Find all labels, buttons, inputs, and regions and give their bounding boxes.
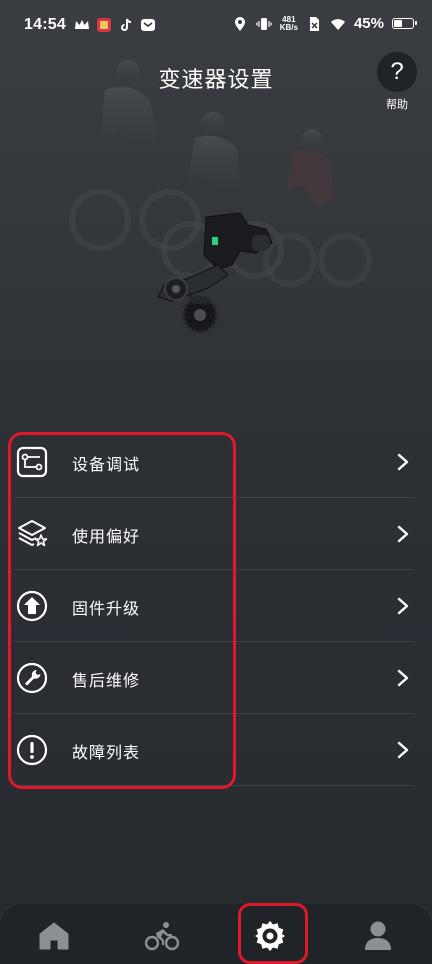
menu-item-label: 故障列表	[72, 743, 141, 762]
battery-level-fill	[394, 20, 402, 27]
bottom-nav	[0, 904, 432, 964]
menu-item-preferences[interactable]: 使用偏好	[14, 498, 414, 570]
battery-icon	[392, 18, 417, 29]
derailleur-image	[157, 212, 273, 334]
cycling-icon	[144, 922, 180, 951]
app-badge-icon	[97, 18, 111, 32]
menu-item-after-sales-repair[interactable]: 售后维修	[14, 642, 414, 714]
location-icon	[234, 16, 245, 31]
status-bar: 14:54 481 KB/s 45%	[0, 0, 432, 50]
help-icon-glyph: ?	[390, 58, 404, 85]
tiktok-icon	[121, 18, 132, 31]
app-screen: 14:54 481 KB/s 45% 变速器设置 ? 帮助 设备调试 使用偏好 …	[0, 0, 432, 964]
page-title: 变速器设置	[158, 68, 274, 93]
vibrate-icon	[256, 17, 272, 30]
menu-item-label: 使用偏好	[72, 527, 141, 546]
menu-item-fault-list[interactable]: 故障列表	[14, 714, 414, 786]
menu-item-label: 固件升级	[72, 599, 141, 618]
status-left-icons	[74, 17, 156, 33]
settings-gear-icon	[255, 921, 285, 951]
menu-item-label: 设备调试	[72, 455, 141, 474]
network-speed: 481 KB/s	[279, 15, 298, 32]
menu-item-firmware-upgrade[interactable]: 固件升级	[14, 570, 414, 642]
chevron-right-icon	[397, 669, 409, 687]
exclamation-icon	[16, 734, 48, 766]
wifi-icon	[330, 18, 345, 30]
nav-home[interactable]	[34, 916, 74, 956]
wrench-icon	[16, 662, 48, 694]
nav-cycling[interactable]	[142, 916, 182, 956]
chevron-right-icon	[397, 741, 409, 759]
settings-menu: 设备调试 使用偏好 固件升级 售后维修 故障列表	[0, 426, 432, 786]
home-icon	[39, 922, 69, 950]
profile-icon	[365, 921, 391, 950]
nav-settings[interactable]	[250, 916, 290, 956]
chevron-right-icon	[397, 525, 409, 543]
help-button[interactable]: ? 帮助	[374, 52, 420, 112]
device-debug-icon	[16, 446, 48, 478]
no-sim-icon	[309, 16, 319, 31]
firmware-upgrade-icon	[16, 590, 48, 622]
menu-item-label: 售后维修	[72, 671, 141, 690]
battery-percent: 45%	[353, 15, 384, 32]
mail-icon	[141, 19, 155, 31]
help-icon[interactable]: ?	[377, 52, 417, 92]
network-speed-unit: KB/s	[279, 22, 298, 32]
nav-profile[interactable]	[358, 916, 398, 956]
help-label: 帮助	[386, 98, 408, 111]
status-right-icons: 481 KB/s 45%	[232, 15, 417, 32]
preferences-layers-icon	[18, 520, 48, 547]
crown-icon	[75, 20, 89, 29]
chevron-right-icon	[397, 597, 409, 615]
menu-item-device-debug[interactable]: 设备调试	[14, 426, 414, 498]
status-time: 14:54	[24, 16, 66, 33]
chevron-right-icon	[397, 453, 409, 471]
